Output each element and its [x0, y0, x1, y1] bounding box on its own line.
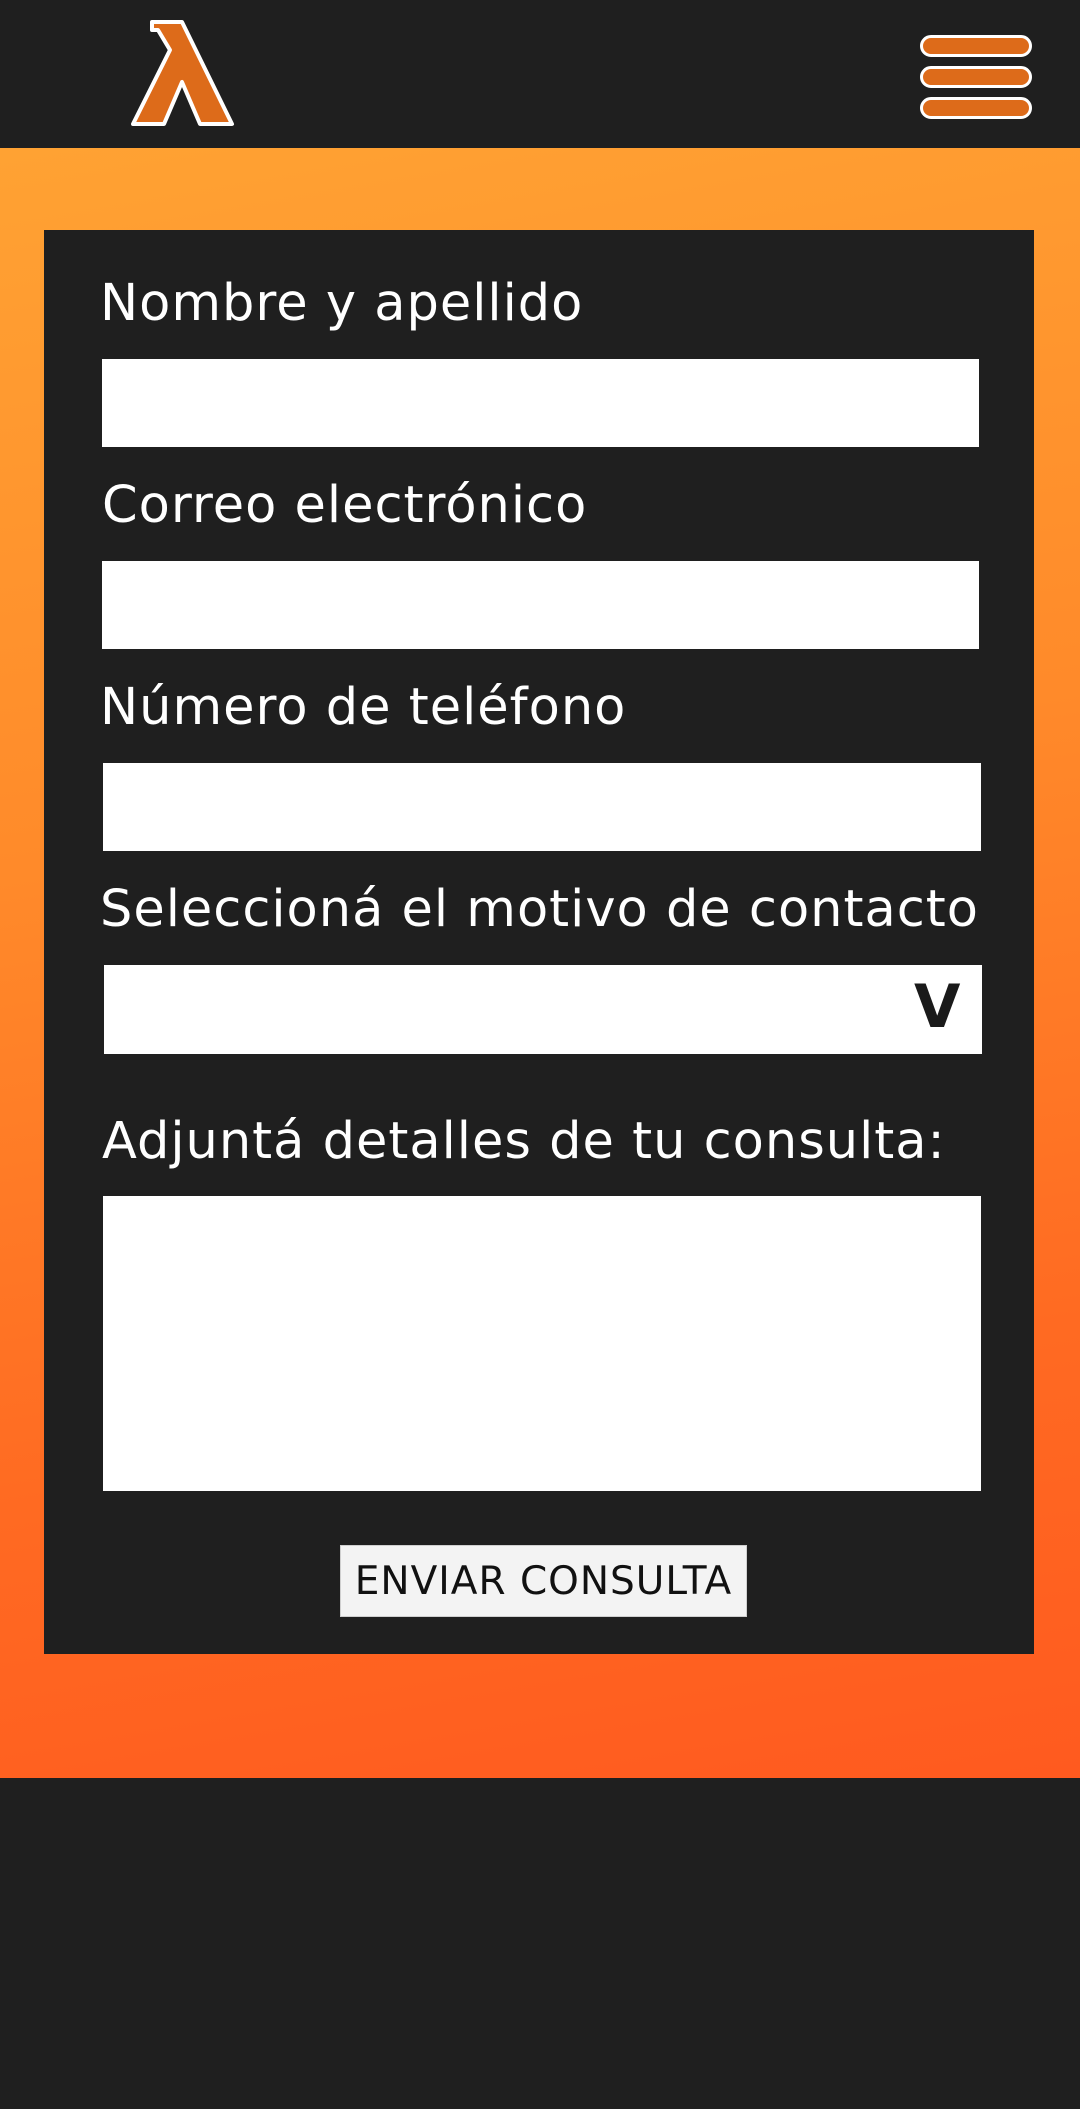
top-header	[0, 0, 1080, 148]
email-label: Correo electrónico	[102, 476, 588, 535]
details-textarea[interactable]	[103, 1196, 981, 1491]
name-input[interactable]	[102, 359, 979, 447]
phone-label: Número de teléfono	[100, 678, 627, 737]
chevron-down-icon: V	[914, 972, 961, 1042]
email-input[interactable]	[102, 561, 979, 649]
hamburger-menu-icon[interactable]	[918, 33, 1034, 121]
lambda-logo-icon[interactable]	[130, 20, 235, 128]
footer	[0, 1778, 1080, 2109]
menu-bar-bottom	[920, 97, 1032, 119]
name-label: Nombre y apellido	[100, 274, 584, 333]
reason-label: Seleccioná el motivo de contacto	[100, 880, 979, 939]
contact-form: Nombre y apellido Correo electrónico Núm…	[44, 230, 1034, 1654]
details-label: Adjuntá detalles de tu consulta:	[102, 1112, 946, 1171]
menu-bar-top	[920, 35, 1032, 57]
phone-input[interactable]	[103, 763, 981, 851]
submit-button[interactable]: ENVIAR CONSULTA	[340, 1545, 747, 1617]
menu-bar-middle	[920, 66, 1032, 88]
reason-select[interactable]: V	[104, 965, 982, 1054]
